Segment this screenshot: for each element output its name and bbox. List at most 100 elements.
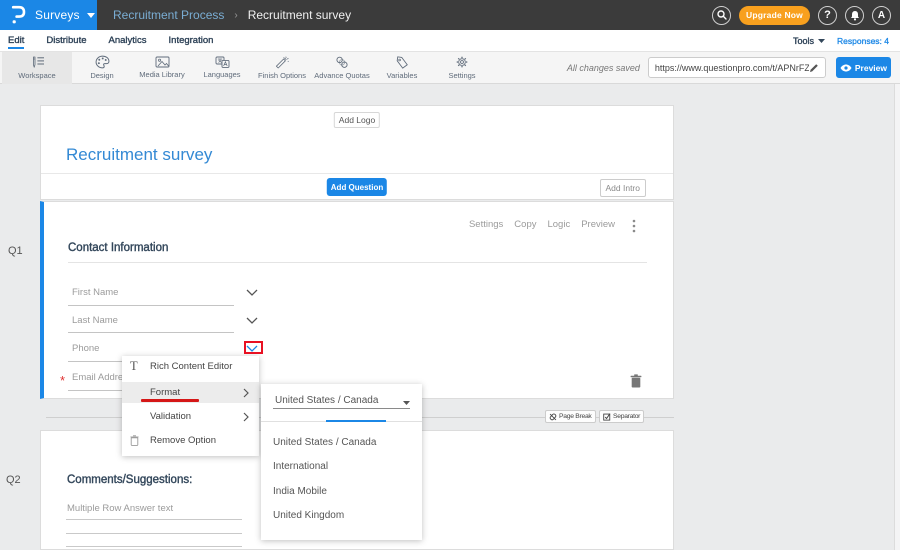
format-option-united-kingdom[interactable]: United Kingdom — [273, 510, 344, 521]
tab-integration[interactable]: Integration — [169, 30, 214, 52]
menu-item-label: Format — [150, 387, 180, 398]
toolbar-item-label: Variables — [387, 71, 418, 80]
add-logo-button[interactable]: Add Logo — [334, 112, 380, 128]
advance-quotas-icon — [335, 56, 349, 69]
menu-item-validation[interactable]: Validation — [122, 406, 259, 427]
breadcrumb-current: Recruitment survey — [248, 8, 351, 22]
field-placeholder: Phone — [72, 344, 247, 354]
q1-more-options-icon[interactable] — [632, 219, 636, 233]
edit-url-pencil-icon[interactable] — [809, 63, 819, 73]
breadcrumb-separator-icon: › — [234, 10, 237, 21]
field-underline — [68, 305, 234, 306]
active-indicator — [326, 420, 386, 422]
languages-icon — [215, 56, 230, 68]
eye-icon — [840, 64, 852, 72]
menu-item-rich-content-editor[interactable]: T Rich Content Editor — [122, 356, 259, 377]
scrollbar-track[interactable] — [894, 84, 900, 550]
toolbar-item-label: Advance Quotas — [314, 71, 369, 80]
breadcrumb: Recruitment Process › Recruitment survey — [113, 8, 351, 22]
breadcrumb-parent[interactable]: Recruitment Process — [113, 8, 224, 22]
preview-button[interactable]: Preview — [836, 57, 891, 78]
questionpro-logo-icon — [11, 5, 26, 25]
topbar-actions: Upgrade Now ? A — [712, 6, 900, 25]
survey-title[interactable]: Recruitment survey — [66, 145, 212, 165]
trash-icon — [130, 435, 139, 446]
field-phone[interactable]: Phone — [72, 344, 247, 354]
survey-url[interactable]: https://www.questionpro.com/t/APNrFZ — [655, 63, 809, 73]
toolbar-item-languages[interactable]: Languages — [192, 52, 252, 84]
separator-button[interactable]: Separator — [599, 410, 644, 423]
question-2-label: Q2 — [6, 474, 21, 486]
survey-header-card: Add Logo Recruitment survey Add Question… — [40, 105, 674, 200]
q1-logic-link[interactable]: Logic — [547, 219, 570, 230]
bell-icon — [850, 10, 860, 21]
tab-distribute[interactable]: Distribute — [46, 30, 86, 52]
toolbar-item-design[interactable]: Design — [72, 52, 132, 84]
q1-delete-icon[interactable] — [630, 374, 642, 388]
toolbar-item-label: Workspace — [18, 71, 55, 80]
q1-settings-link[interactable]: Settings — [469, 219, 503, 230]
q1-copy-link[interactable]: Copy — [514, 219, 536, 230]
field-first-name[interactable]: First Name — [72, 288, 247, 298]
field-context-menu: T Rich Content Editor Format Validation … — [122, 356, 259, 456]
tab-analytics[interactable]: Analytics — [109, 30, 147, 52]
toolbar-item-variables[interactable]: Variables — [372, 52, 432, 84]
search-icon — [717, 10, 727, 20]
select-caret-icon[interactable] — [403, 401, 410, 405]
survey-url-box[interactable]: https://www.questionpro.com/t/APNrFZ — [648, 57, 826, 78]
page-break-label: Page Break — [559, 413, 592, 420]
tab-edit[interactable]: Edit — [8, 30, 24, 52]
product-caret-icon — [87, 13, 95, 18]
field-placeholder: Last Name — [72, 316, 247, 326]
separator-label: Separator — [613, 413, 640, 420]
product-name: Surveys — [35, 8, 80, 22]
tools-caret-icon — [818, 39, 825, 43]
format-option-us-canada[interactable]: United States / Canada — [273, 437, 376, 448]
annotation-highlight-box — [244, 341, 263, 354]
annotation-underline — [141, 399, 199, 402]
add-intro-button[interactable]: Add Intro — [600, 179, 647, 197]
toolbar-item-label: Design — [90, 71, 113, 80]
toolbar-item-media-library[interactable]: Media Library — [132, 52, 192, 84]
responses-link[interactable]: Responses: 4 — [837, 36, 889, 46]
q1-preview-link[interactable]: Preview — [581, 219, 615, 230]
preview-label: Preview — [855, 63, 887, 73]
select-underline — [273, 408, 410, 409]
format-submenu: United States / Canada United States / C… — [261, 384, 422, 540]
format-option-india-mobile[interactable]: India Mobile — [273, 486, 327, 497]
last-name-chevron-icon[interactable] — [246, 317, 258, 324]
q1-actions: Settings Copy Logic Preview — [469, 219, 615, 230]
menu-item-label: Validation — [150, 411, 191, 422]
toolbar-right-group: All changes saved https://www.questionpr… — [567, 57, 900, 78]
answer-line — [66, 546, 242, 547]
format-option-international[interactable]: International — [273, 461, 328, 472]
toolbar-item-advance-quotas[interactable]: Advance Quotas — [312, 52, 372, 84]
field-last-name[interactable]: Last Name — [72, 316, 247, 326]
survey-toolbar: Workspace Design Media Library Languages… — [0, 52, 900, 84]
top-bar: Surveys Recruitment Process › Recruitmen… — [0, 0, 900, 30]
menu-item-remove-option[interactable]: Remove Option — [122, 430, 259, 451]
toolbar-item-workspace[interactable]: Workspace — [2, 52, 72, 84]
search-button[interactable] — [712, 6, 731, 25]
first-name-chevron-icon[interactable] — [246, 289, 258, 296]
q2-question-text[interactable]: Comments/Suggestions: — [67, 474, 192, 486]
variables-icon — [395, 56, 409, 69]
toolbar-item-settings[interactable]: Settings — [432, 52, 492, 84]
format-select-value[interactable]: United States / Canada — [275, 395, 378, 406]
notifications-button[interactable] — [845, 6, 864, 25]
field-underline — [68, 332, 234, 333]
page-break-icon — [549, 413, 557, 421]
answer-line — [66, 533, 242, 534]
q1-question-text[interactable]: Contact Information — [68, 242, 168, 254]
main-tab-bar: Edit Distribute Analytics Integration To… — [0, 30, 900, 52]
page-break-button[interactable]: Page Break — [545, 410, 596, 423]
workspace-icon — [30, 56, 45, 69]
toolbar-item-finish-options[interactable]: Finish Options — [252, 52, 312, 84]
upgrade-now-button[interactable]: Upgrade Now — [739, 6, 810, 25]
help-button[interactable]: ? — [818, 6, 837, 25]
toolbar-item-label: Settings — [448, 71, 475, 80]
brand-block[interactable]: Surveys — [0, 0, 97, 30]
account-button[interactable]: A — [872, 6, 891, 25]
tools-menu[interactable]: Tools — [793, 36, 825, 46]
add-question-button[interactable]: Add Question — [327, 178, 387, 196]
